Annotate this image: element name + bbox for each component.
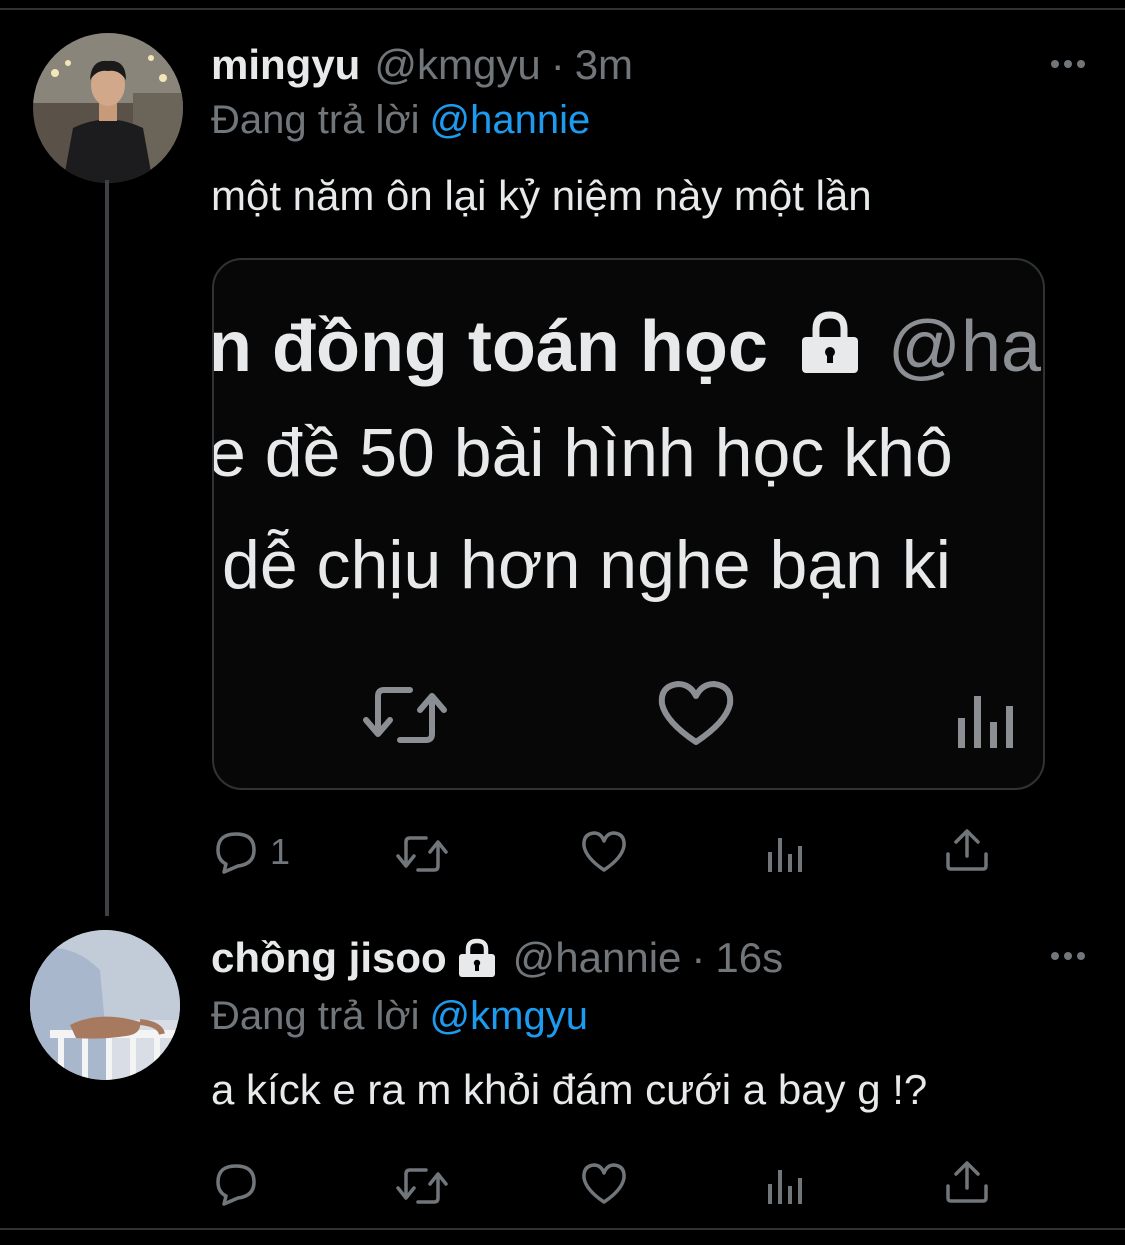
mention-link[interactable]: @hannie [430, 98, 591, 142]
like-button[interactable] [580, 1162, 628, 1206]
views-button[interactable] [766, 832, 808, 874]
replying-label: Đang trả lời [211, 994, 420, 1038]
replying-to: Đang trả lời @kmgyu [211, 994, 588, 1039]
views-icon [768, 838, 802, 872]
lock-icon [801, 311, 858, 373]
share-button[interactable] [944, 1160, 990, 1204]
top-divider [0, 8, 1125, 10]
tweet-text: a kíck e ra m khỏi đám cưới a bay g !? [211, 1066, 928, 1113]
media-line-2: e đề 50 bài hình học khô [212, 415, 953, 491]
retweet-icon [363, 687, 447, 743]
avatar-hannie[interactable] [30, 930, 180, 1080]
share-icon [946, 829, 988, 871]
reply-icon [216, 1164, 256, 1206]
mention-link[interactable]: @kmgyu [430, 994, 588, 1038]
avatar-mingyu[interactable] [33, 33, 183, 183]
views-icon [958, 696, 1013, 748]
timestamp[interactable]: 16s [715, 934, 783, 982]
thread-connector-line [105, 180, 109, 916]
lock-icon [458, 938, 495, 977]
bottom-divider [0, 1228, 1125, 1230]
media-name: n đồng toán học [212, 307, 768, 387]
media-handle: @ha [887, 307, 1042, 387]
like-icon [658, 681, 734, 745]
replying-label: Đang trả lời [211, 98, 420, 142]
tweet-text: một năm ôn lại kỷ niệm này một lần [211, 172, 872, 219]
media-line-3: dễ chịu hơn nghe bạn ki [222, 527, 951, 603]
timestamp[interactable]: 3m [575, 41, 633, 89]
views-icon [768, 1170, 802, 1204]
user-handle[interactable]: @kmgyu [374, 41, 540, 89]
retweet-icon [396, 1168, 448, 1204]
more-icon[interactable] [1051, 946, 1085, 966]
reply-icon [216, 832, 256, 874]
reply-button[interactable]: 1 [212, 828, 290, 876]
replying-to: Đang trả lời @hannie [211, 98, 590, 143]
attached-image[interactable]: n đồng toán học @ha e đề 50 bài hình học… [212, 258, 1045, 790]
media-line-1: n đồng toán học @ha [212, 306, 1042, 388]
share-icon [946, 1161, 988, 1203]
tweet-header: mingyu @kmgyu · 3m [211, 35, 633, 95]
display-name[interactable]: mingyu [211, 41, 360, 89]
views-button[interactable] [766, 1164, 808, 1206]
like-icon [582, 1163, 626, 1204]
reply-button[interactable] [212, 1160, 260, 1208]
tweet-header: chồng jisoo @hannie · 16s [211, 928, 783, 988]
share-button[interactable] [944, 828, 990, 872]
retweet-button[interactable] [394, 832, 450, 876]
retweet-icon [396, 836, 448, 872]
separator-dot: · [550, 41, 565, 88]
user-handle[interactable]: @hannie [513, 934, 682, 982]
retweet-button[interactable] [394, 1164, 450, 1208]
separator-dot: · [691, 934, 706, 981]
like-button[interactable] [580, 830, 628, 874]
reply-count: 1 [270, 831, 291, 872]
more-icon[interactable] [1051, 54, 1085, 74]
display-name[interactable]: chồng jisoo [211, 934, 447, 982]
like-icon [582, 831, 626, 872]
